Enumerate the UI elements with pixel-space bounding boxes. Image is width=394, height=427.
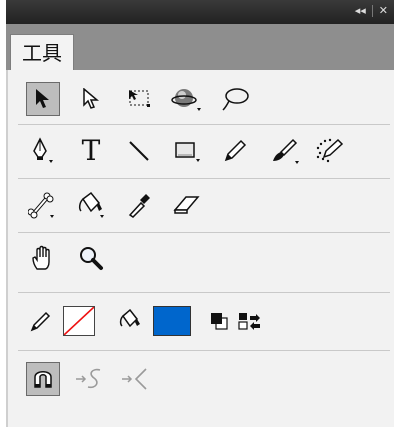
text-tool[interactable]: T [74, 134, 108, 168]
hand-icon [32, 245, 50, 270]
tab-tools[interactable]: 工具 [10, 34, 74, 71]
title-divider [371, 4, 373, 17]
pen-icon [33, 137, 53, 163]
eyedropper-icon [128, 194, 150, 218]
separator-2 [18, 178, 390, 179]
collapse-icon[interactable]: ◂◂ [355, 4, 366, 17]
swap-colors-icon [238, 313, 260, 330]
pen-tool[interactable] [26, 134, 60, 168]
free-transform-icon [129, 90, 150, 107]
stroke-color-swatch[interactable] [63, 306, 95, 336]
pencil-icon [224, 139, 247, 162]
subselection-arrow-icon [83, 88, 100, 109]
eyedropper-tool[interactable] [122, 188, 156, 222]
selection-arrow-icon [36, 89, 49, 108]
free-transform-tool[interactable] [122, 82, 156, 116]
tab-row: 工具 [6, 24, 394, 71]
eraser-icon [173, 196, 200, 214]
separator-1 [18, 124, 390, 125]
no-color-icon [64, 307, 94, 335]
panel-title-bar: ◂◂ ✕ [6, 0, 394, 24]
magnet-icon [34, 371, 52, 388]
3d-rotation-tool[interactable] [170, 82, 204, 116]
paint-bucket-icon [78, 191, 104, 218]
straighten-icon [122, 368, 147, 390]
fill-color-swatch[interactable] [153, 306, 191, 336]
straighten-button[interactable] [118, 362, 152, 396]
paint-bucket-tool[interactable] [74, 188, 108, 222]
tools-body: T [6, 70, 394, 427]
deco-tool[interactable] [314, 134, 348, 168]
zoom-icon [80, 247, 103, 270]
black-white-icon [211, 313, 228, 330]
smooth-icon [76, 368, 101, 389]
rectangle-icon [175, 142, 200, 162]
line-icon [129, 141, 149, 161]
tools-panel: ◂◂ ✕ 工具 T [6, 0, 394, 427]
separator-3 [18, 232, 390, 233]
separator-4 [18, 292, 390, 293]
text-icon: T [81, 134, 101, 167]
smooth-button[interactable] [72, 362, 106, 396]
bone-icon [28, 192, 54, 219]
hand-tool[interactable] [26, 242, 60, 276]
brush-icon [273, 138, 299, 164]
stroke-pencil-icon [30, 311, 51, 332]
close-icon[interactable]: ✕ [379, 4, 388, 17]
zoom-tool[interactable] [74, 242, 108, 276]
swap-colors-button[interactable] [232, 304, 266, 338]
black-and-white-button[interactable] [202, 304, 236, 338]
lasso-icon [222, 88, 249, 111]
lasso-tool[interactable] [218, 82, 252, 116]
rectangle-tool[interactable] [170, 134, 204, 168]
selection-tool[interactable] [26, 82, 60, 116]
deco-icon [316, 138, 344, 163]
eraser-tool[interactable] [170, 188, 204, 222]
brush-tool[interactable] [268, 134, 302, 168]
line-tool[interactable] [122, 134, 156, 168]
3d-rotation-icon [171, 89, 201, 111]
separator-5 [18, 350, 390, 351]
snap-to-objects-button[interactable] [26, 362, 60, 396]
fill-color-bucket[interactable] [116, 304, 146, 338]
pencil-tool[interactable] [218, 134, 252, 168]
stroke-color-pencil[interactable] [26, 304, 56, 338]
bone-tool[interactable] [26, 188, 60, 222]
fill-bucket-icon [119, 309, 140, 328]
subselection-tool[interactable] [74, 82, 108, 116]
